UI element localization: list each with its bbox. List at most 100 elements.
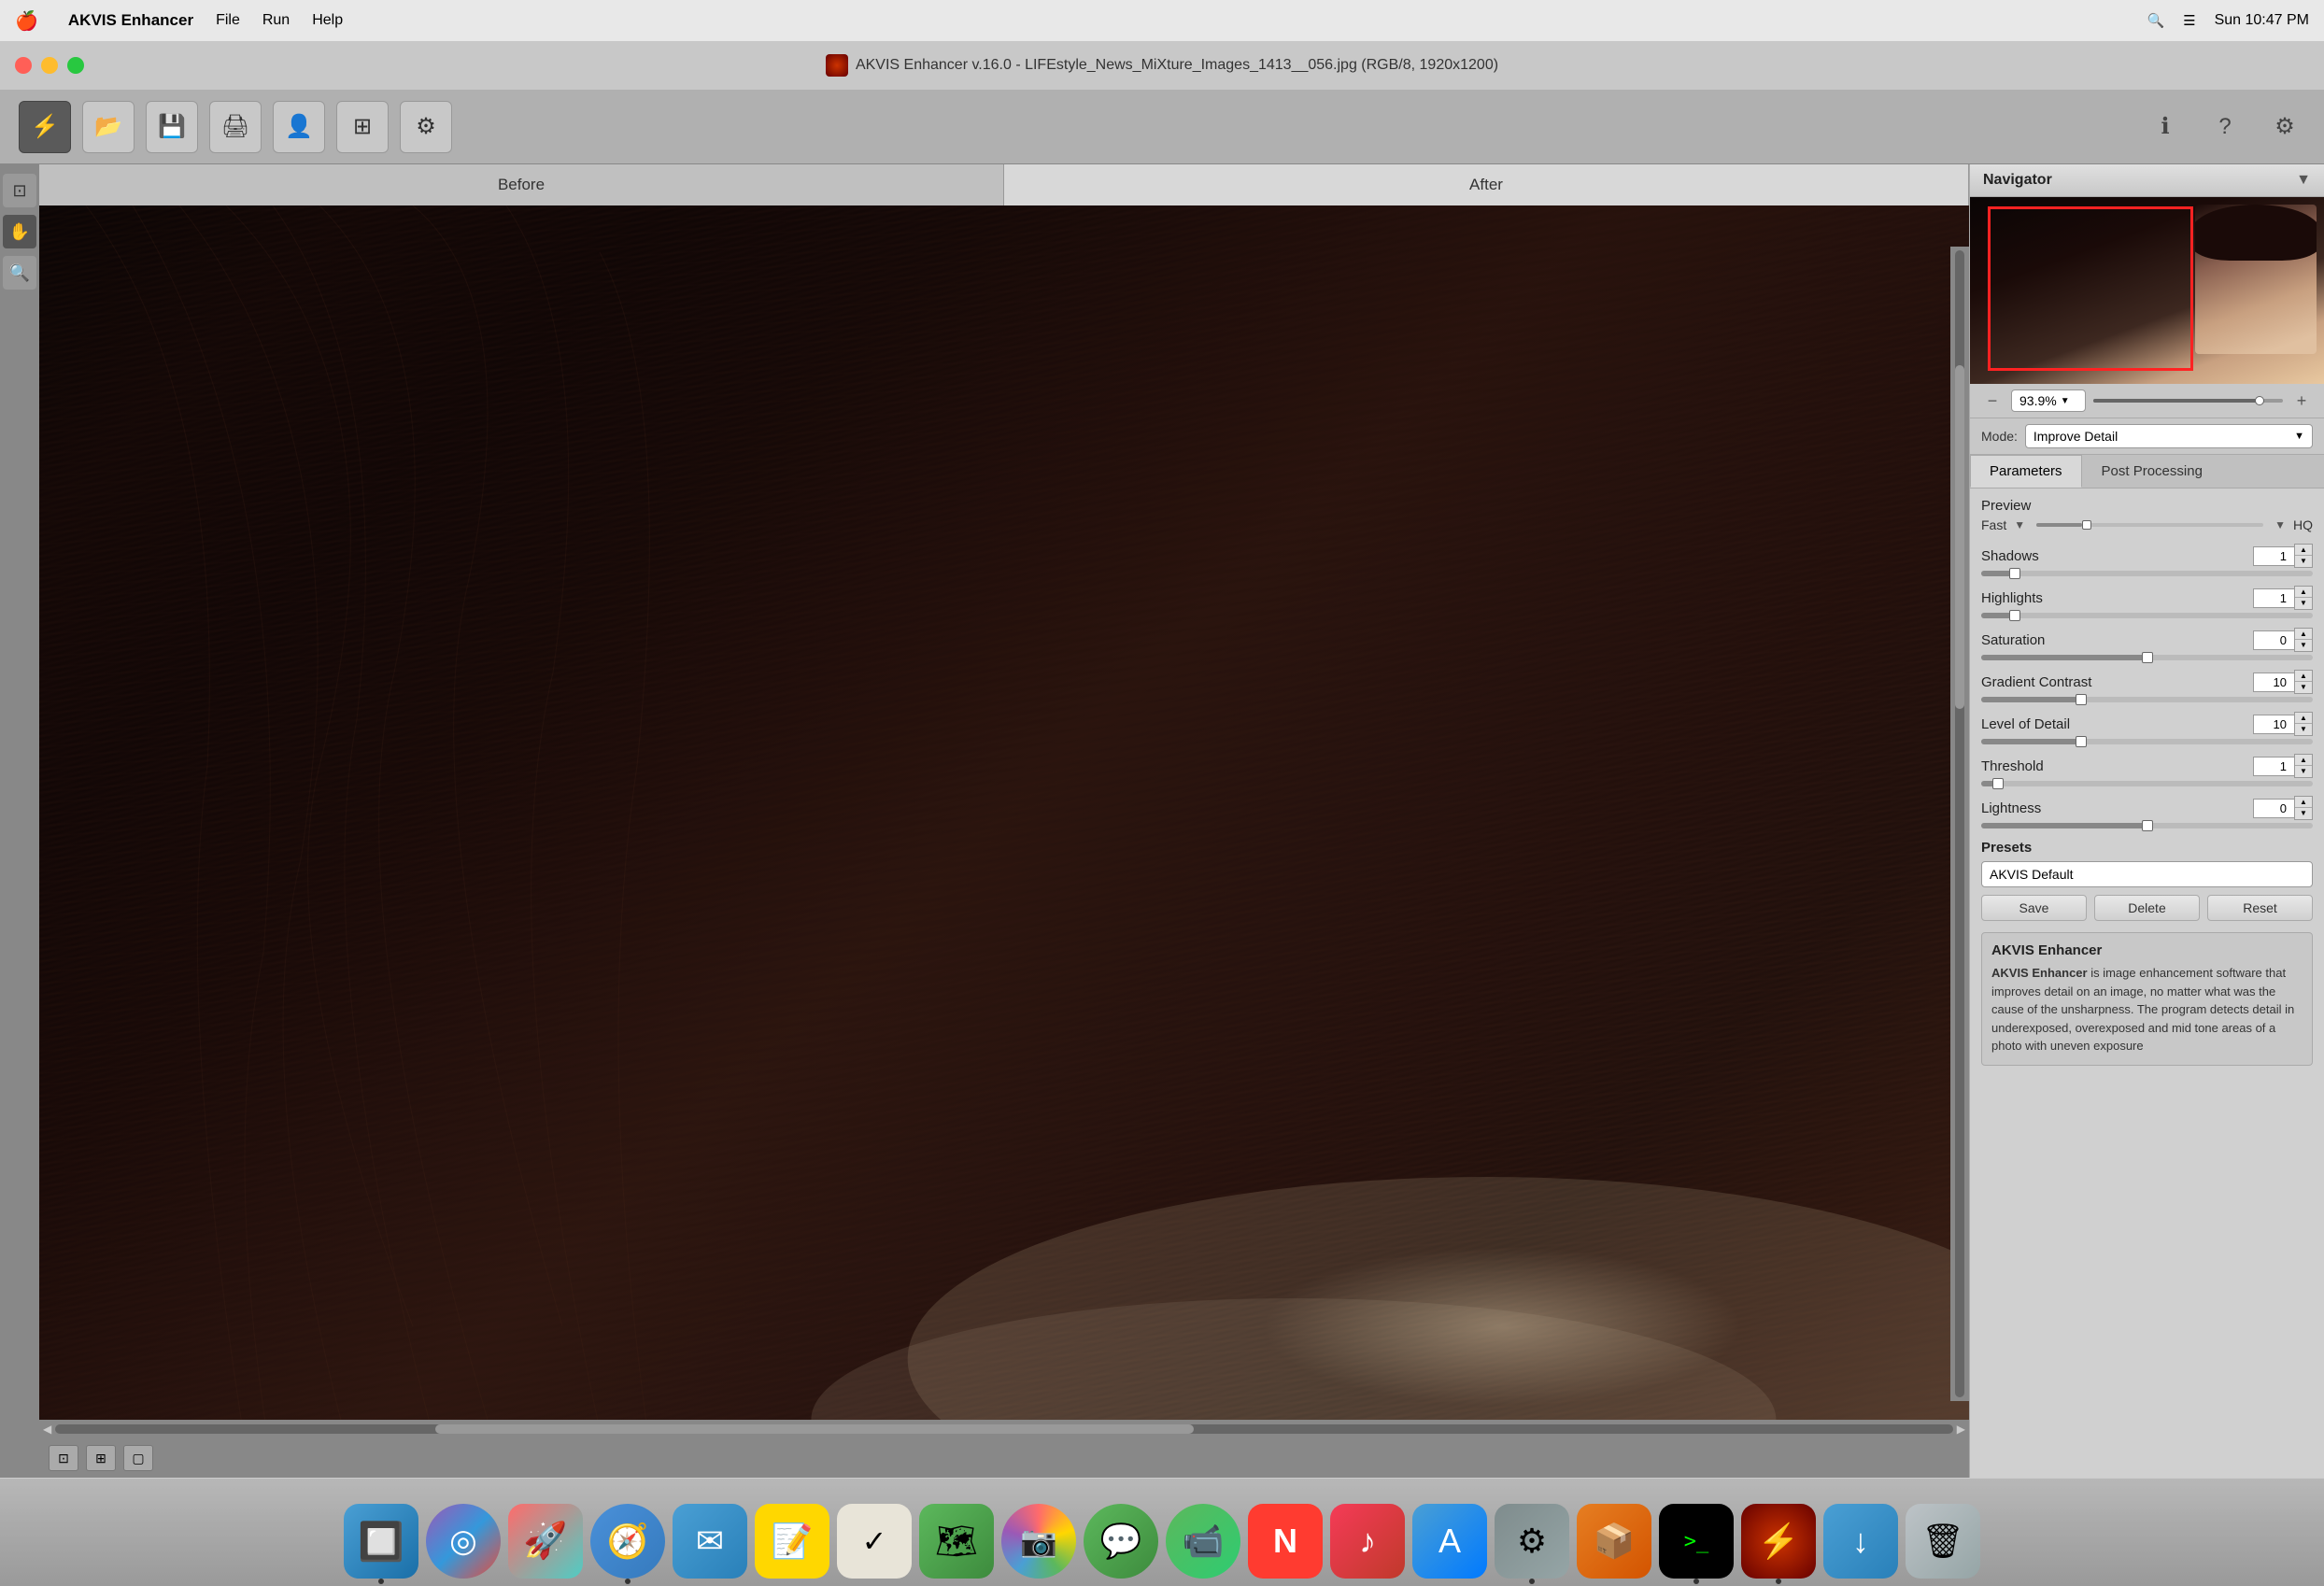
dock-facetime[interactable]: 📹 [1166,1504,1240,1579]
minimize-button[interactable] [41,57,58,74]
dock-news[interactable]: N [1248,1504,1323,1579]
threshold-value-box[interactable]: 1 ▲ ▼ [2253,754,2313,778]
info-button[interactable]: ℹ [2145,106,2186,148]
dock-photos[interactable]: 📷 [1001,1504,1076,1579]
threshold-spinners[interactable]: ▲ ▼ [2294,754,2313,778]
level-of-detail-track[interactable] [1981,739,2313,744]
highlights-spinners[interactable]: ▲ ▼ [2294,586,2313,610]
zoom-in-button[interactable]: + [2290,389,2313,412]
file-menu[interactable]: File [216,12,240,29]
gradient-contrast-thumb[interactable] [2076,694,2087,705]
compare-tool-btn[interactable]: ⊞ [336,101,389,153]
presets-select[interactable]: AKVIS Default [1981,861,2313,887]
threshold-thumb[interactable] [1992,778,2004,789]
dock-sysprefs[interactable]: ⚙ [1495,1504,1569,1579]
dock-appstore[interactable]: A [1412,1504,1487,1579]
dock-reminders[interactable]: ✓ [837,1504,912,1579]
zoom-dropdown-icon[interactable]: ▼ [2061,396,2070,406]
dock-downloads[interactable]: ↓ [1823,1504,1898,1579]
presets-reset-button[interactable]: Reset [2207,895,2313,921]
save-tool-btn[interactable]: 💾 [146,101,198,153]
dock-safari[interactable]: 🧭 [590,1504,665,1579]
shadows-up[interactable]: ▲ [2295,545,2312,556]
lightness-down[interactable]: ▼ [2295,808,2312,819]
gradient-contrast-track[interactable] [1981,697,2313,702]
gradient-contrast-up[interactable]: ▲ [2295,671,2312,682]
menubar-list-icon[interactable]: ☰ [2183,12,2195,29]
dock-messages[interactable]: 💬 [1084,1504,1158,1579]
maximize-button[interactable] [67,57,84,74]
after-tab[interactable]: After [1004,164,1969,205]
lightness-track[interactable] [1981,823,2313,828]
level-of-detail-up[interactable]: ▲ [2295,713,2312,724]
level-of-detail-thumb[interactable] [2076,736,2087,747]
preferences-button[interactable]: ⚙ [2264,106,2305,148]
zoom-display[interactable]: 93.9% ▼ [2011,389,2086,412]
bottom-btn-1[interactable]: ⊡ [49,1445,78,1471]
parameters-tab[interactable]: Parameters [1970,455,2082,488]
shadows-thumb[interactable] [2009,568,2020,579]
presets-save-button[interactable]: Save [1981,895,2087,921]
threshold-down[interactable]: ▼ [2295,766,2312,777]
highlights-thumb[interactable] [2009,610,2020,621]
dock-trash[interactable]: 🗑 [1906,1504,1980,1579]
highlights-up[interactable]: ▲ [2295,587,2312,598]
saturation-value-box[interactable]: 0 ▲ ▼ [2253,628,2313,652]
saturation-track[interactable] [1981,655,2313,660]
zoom-tool-left[interactable]: 🔍 [3,256,36,290]
print-tool-btn[interactable]: 🖨 [209,101,262,153]
person-tool-btn[interactable]: 👤 [273,101,325,153]
lightness-thumb[interactable] [2142,820,2153,831]
enhance-tool-btn[interactable]: ⚡ [19,101,71,153]
before-tab[interactable]: Before [39,164,1004,205]
saturation-up[interactable]: ▲ [2295,629,2312,640]
lightness-spinners[interactable]: ▲ ▼ [2294,796,2313,820]
presets-delete-button[interactable]: Delete [2094,895,2200,921]
hand-tool-left[interactable]: ✋ [3,215,36,248]
highlights-value-box[interactable]: 1 ▲ ▼ [2253,586,2313,610]
dock-notes[interactable]: 📝 [755,1504,829,1579]
zoom-slider[interactable] [2093,399,2283,403]
gradient-contrast-value-box[interactable]: 10 ▲ ▼ [2253,670,2313,694]
bottom-btn-3[interactable]: ▢ [123,1445,153,1471]
navigator-collapse-icon[interactable]: ▼ [2296,172,2311,189]
lightness-up[interactable]: ▲ [2295,797,2312,808]
gradient-contrast-spinners[interactable]: ▲ ▼ [2294,670,2313,694]
shadows-value-box[interactable]: 1 ▲ ▼ [2253,544,2313,568]
canvas-content[interactable] [39,205,1969,1420]
highlights-track[interactable] [1981,613,2313,618]
threshold-track[interactable] [1981,781,2313,786]
horizontal-scrollbar[interactable]: ◀ ▶ [39,1420,1969,1438]
close-button[interactable] [15,57,32,74]
dock-enhancer[interactable]: ⚡ [1741,1504,1816,1579]
post-processing-tab[interactable]: Post Processing [2082,455,2222,488]
level-of-detail-down[interactable]: ▼ [2295,724,2312,735]
lightness-value-box[interactable]: 0 ▲ ▼ [2253,796,2313,820]
shadows-track[interactable] [1981,571,2313,576]
shadows-down[interactable]: ▼ [2295,556,2312,567]
dock-finder[interactable]: 🔲 [344,1504,418,1579]
settings-tool-btn[interactable]: ⚙ [400,101,452,153]
level-of-detail-spinners[interactable]: ▲ ▼ [2294,712,2313,736]
saturation-spinners[interactable]: ▲ ▼ [2294,628,2313,652]
level-of-detail-value-box[interactable]: 10 ▲ ▼ [2253,712,2313,736]
dock-stack[interactable]: 📦 [1577,1504,1651,1579]
menubar-search-icon[interactable]: 🔍 [2147,12,2164,29]
help-button[interactable]: ? [2204,106,2246,148]
vertical-scrollbar[interactable] [1950,247,1969,1401]
run-menu[interactable]: Run [262,12,290,29]
bottom-btn-2[interactable]: ⊞ [86,1445,116,1471]
open-tool-btn[interactable]: 📂 [82,101,135,153]
zoom-out-button[interactable]: − [1981,389,2004,412]
saturation-thumb[interactable] [2142,652,2153,663]
highlights-down[interactable]: ▼ [2295,598,2312,609]
gradient-contrast-down[interactable]: ▼ [2295,682,2312,693]
shadows-spinners[interactable]: ▲ ▼ [2294,544,2313,568]
apple-menu[interactable]: 🍎 [15,9,38,33]
saturation-down[interactable]: ▼ [2295,640,2312,651]
dock-music[interactable]: ♪ [1330,1504,1405,1579]
crop-tool-left[interactable]: ⊡ [3,174,36,207]
mode-select[interactable]: Improve Detail ▼ [2025,424,2313,448]
threshold-up[interactable]: ▲ [2295,755,2312,766]
dock-maps[interactable]: 🗺 [919,1504,994,1579]
